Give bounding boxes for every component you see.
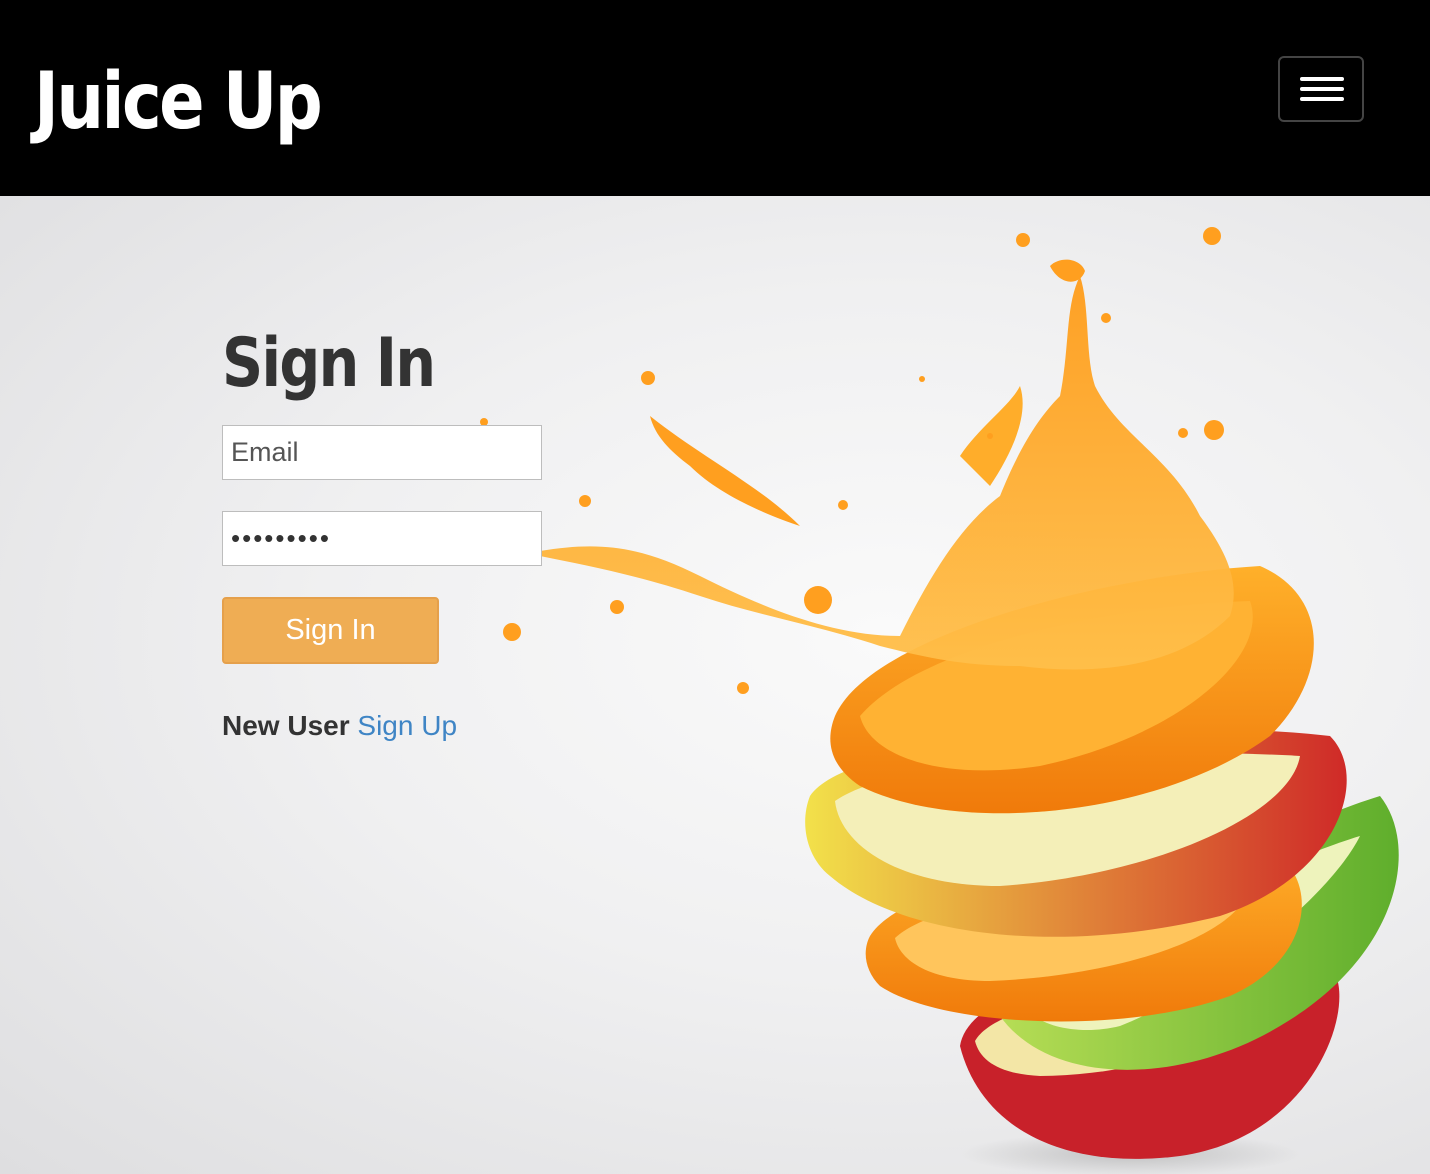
signup-link[interactable]: Sign Up [357,710,457,741]
page: Juice Up Sign In Email ••••••••• Sign In… [0,0,1430,1174]
email-input[interactable] [222,425,542,480]
signup-prompt: New User Sign Up [222,706,457,746]
juice-splash-fruit-image [480,227,1399,1174]
navbar: Juice Up [0,0,1430,196]
signin-button[interactable]: Sign In [222,597,439,664]
new-user-label: New User [222,710,350,741]
brand-logo[interactable]: Juice Up [34,52,323,152]
signin-title: Sign In [222,324,436,403]
hamburger-menu-icon [1300,77,1344,81]
hamburger-menu-button[interactable] [1278,56,1364,122]
password-input[interactable] [222,511,542,566]
signin-hero: Sign In Sign In New User Sign Up [0,196,1430,1174]
